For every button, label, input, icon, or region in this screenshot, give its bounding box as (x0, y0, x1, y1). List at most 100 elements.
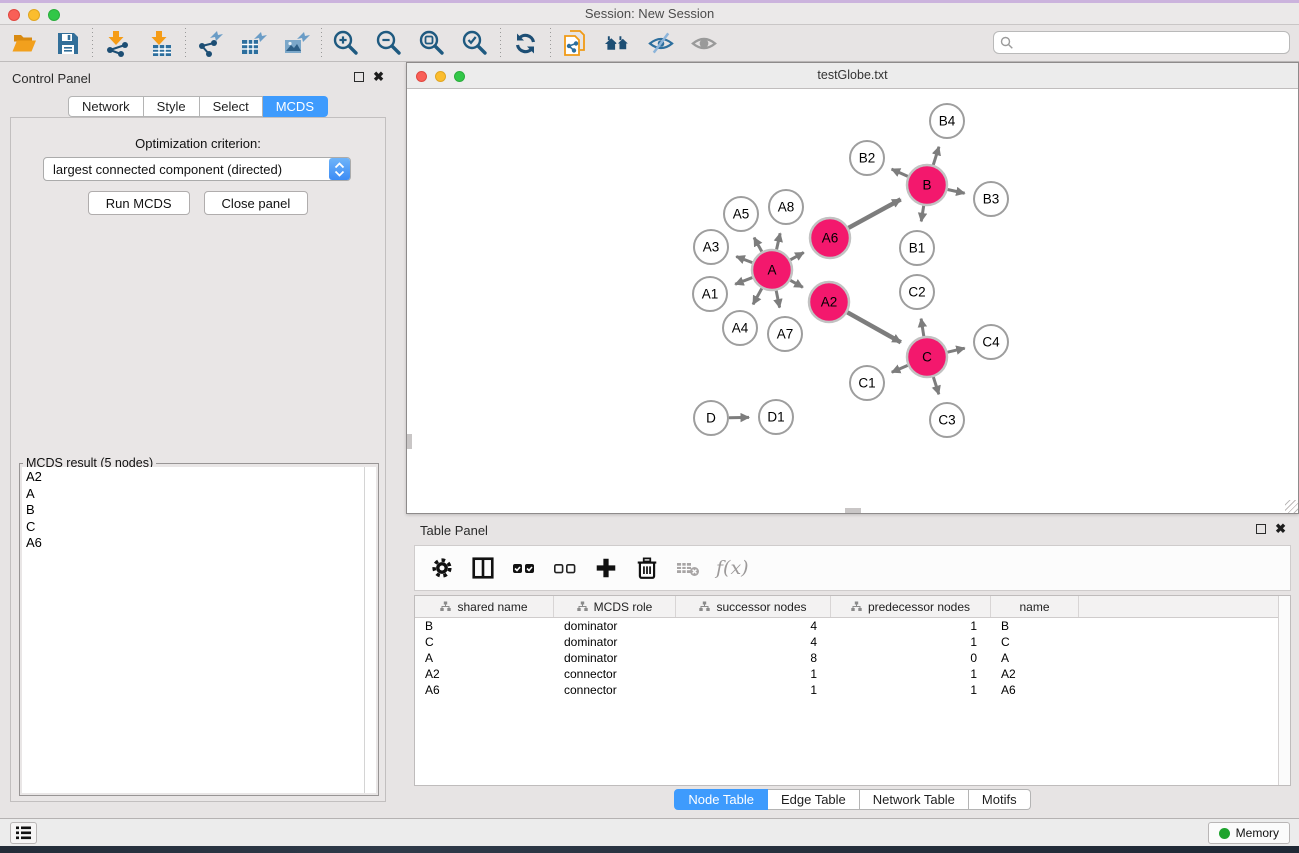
apply-function-icon[interactable]: f(x) (716, 557, 749, 579)
column-header-name[interactable]: name (991, 596, 1079, 617)
task-history-icon[interactable] (10, 822, 37, 844)
node-A[interactable]: A (752, 250, 792, 290)
bottom-splitter-handle[interactable] (845, 508, 861, 513)
mcds-result-item[interactable]: A (26, 486, 364, 503)
tab-edge-table[interactable]: Edge Table (768, 789, 860, 810)
left-splitter-handle[interactable] (407, 434, 412, 449)
table-cell[interactable]: 1 (831, 667, 991, 681)
float-panel-icon[interactable] (354, 72, 364, 82)
deselect-all-icon[interactable] (552, 554, 578, 582)
tab-node-table[interactable]: Node Table (674, 789, 768, 810)
float-table-panel-icon[interactable] (1256, 524, 1266, 534)
node-B3[interactable]: B3 (974, 182, 1008, 216)
table-cell[interactable]: 1 (831, 619, 991, 633)
zoom-selected-icon[interactable] (461, 28, 489, 58)
mcds-result-item[interactable]: B (26, 502, 364, 519)
node-C4[interactable]: C4 (974, 325, 1008, 359)
table-cell[interactable]: A (991, 651, 1079, 665)
node-C1[interactable]: C1 (850, 366, 884, 400)
criterion-dropdown[interactable]: largest connected component (directed) (43, 157, 351, 181)
run-mcds-button[interactable]: Run MCDS (88, 191, 190, 215)
tab-network[interactable]: Network (68, 96, 144, 117)
edge-A-A4[interactable] (753, 288, 762, 304)
table-cell[interactable]: 1 (676, 667, 831, 681)
node-A1[interactable]: A1 (693, 277, 727, 311)
table-cell[interactable]: 4 (676, 635, 831, 649)
export-network-icon[interactable] (196, 28, 224, 58)
column-header-MCDS-role[interactable]: MCDS role (554, 596, 676, 617)
import-table-icon[interactable] (146, 28, 174, 58)
mcds-result-item[interactable]: A2 (26, 469, 364, 486)
edge-C-C2[interactable] (921, 319, 924, 337)
column-header-predecessor-nodes[interactable]: predecessor nodes (831, 596, 991, 617)
refresh-icon[interactable] (511, 28, 539, 58)
table-row[interactable]: Adominator80A (415, 650, 1290, 666)
network-window-titlebar[interactable]: testGlobe.txt (407, 63, 1298, 89)
export-image-icon[interactable] (282, 28, 310, 58)
mcds-result-item[interactable]: C (26, 519, 364, 536)
open-file-icon[interactable] (10, 28, 38, 58)
search-field[interactable] (993, 31, 1290, 54)
edge-B-B4[interactable] (933, 147, 939, 165)
table-cell[interactable]: dominator (554, 651, 676, 665)
edge-A-A6[interactable] (790, 252, 803, 259)
node-B2[interactable]: B2 (850, 141, 884, 175)
table-cell[interactable]: connector (554, 683, 676, 697)
search-input[interactable] (1014, 34, 1289, 52)
edge-A6-B[interactable] (848, 199, 900, 228)
table-cell[interactable]: A6 (415, 683, 554, 697)
node-D1[interactable]: D1 (759, 400, 793, 434)
network-canvas[interactable]: B4B2BB3A5A8A6B1A3AC2A1A2A4A7C4CC1C3DD1 (407, 89, 1298, 513)
table-cell[interactable]: C (415, 635, 554, 649)
show-all-icon[interactable] (690, 28, 718, 58)
node-A2[interactable]: A2 (809, 282, 849, 322)
node-C[interactable]: C (907, 337, 947, 377)
tab-select[interactable]: Select (200, 96, 263, 117)
node-D[interactable]: D (694, 401, 728, 435)
zoom-out-icon[interactable] (375, 28, 403, 58)
select-all-icon[interactable] (511, 554, 537, 582)
tab-network-table[interactable]: Network Table (860, 789, 969, 810)
node-B1[interactable]: B1 (900, 231, 934, 265)
mcds-result-item[interactable]: A6 (26, 535, 364, 552)
node-A7[interactable]: A7 (768, 317, 802, 351)
table-scrollbar[interactable] (1278, 596, 1290, 785)
column-header-shared-name[interactable]: shared name (415, 596, 554, 617)
node-A5[interactable]: A5 (724, 197, 758, 231)
edge-C-C4[interactable] (947, 348, 964, 352)
table-cell[interactable]: 4 (676, 619, 831, 633)
table-cell[interactable]: 8 (676, 651, 831, 665)
table-row[interactable]: Bdominator41B (415, 618, 1290, 634)
node-B[interactable]: B (907, 165, 947, 205)
network-graph[interactable]: B4B2BB3A5A8A6B1A3AC2A1A2A4A7C4CC1C3DD1 (407, 89, 1298, 513)
table-row[interactable]: A6connector11A6 (415, 682, 1290, 698)
column-header-successor-nodes[interactable]: successor nodes (676, 596, 831, 617)
edge-A-A8[interactable] (777, 233, 781, 249)
edge-A2-C[interactable] (847, 312, 901, 342)
node-A3[interactable]: A3 (694, 230, 728, 264)
resize-grip-icon[interactable] (1285, 500, 1298, 513)
edge-A-A1[interactable] (735, 278, 752, 285)
table-cell[interactable]: 1 (831, 683, 991, 697)
table-cell[interactable]: dominator (554, 619, 676, 633)
table-cell[interactable]: A6 (991, 683, 1079, 697)
edge-A-A3[interactable] (736, 257, 752, 263)
table-cell[interactable]: B (991, 619, 1079, 633)
edge-B-B3[interactable] (948, 189, 965, 193)
zoom-in-icon[interactable] (332, 28, 360, 58)
edge-C-C1[interactable] (892, 365, 908, 372)
table-cell[interactable]: 1 (676, 683, 831, 697)
node-A4[interactable]: A4 (723, 311, 757, 345)
node-B4[interactable]: B4 (930, 104, 964, 138)
node-A6[interactable]: A6 (810, 218, 850, 258)
edge-B-B2[interactable] (892, 169, 908, 176)
delete-table-icon[interactable] (675, 554, 701, 582)
add-column-icon[interactable] (593, 554, 619, 582)
node-A8[interactable]: A8 (769, 190, 803, 224)
table-cell[interactable]: dominator (554, 635, 676, 649)
tab-mcds[interactable]: MCDS (263, 96, 328, 117)
import-network-icon[interactable] (103, 28, 131, 58)
mcds-list-scrollbar[interactable] (364, 467, 376, 793)
zoom-fit-icon[interactable] (418, 28, 446, 58)
save-session-icon[interactable] (53, 28, 81, 58)
